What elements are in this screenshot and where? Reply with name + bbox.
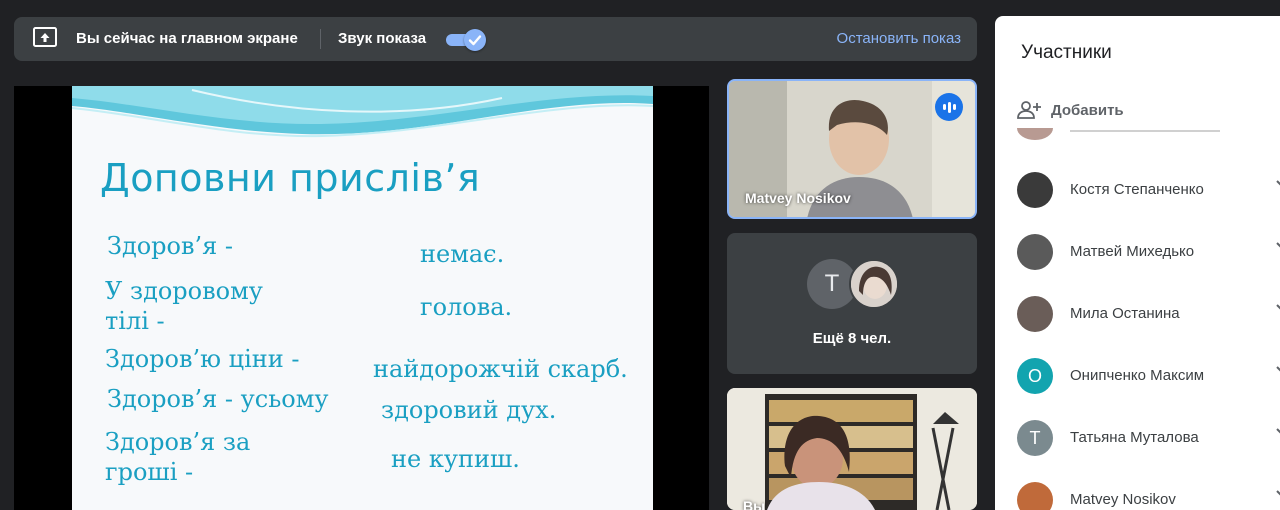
presentation-slide: Доповни прислів’я Здоров’я - У здоровому… xyxy=(72,86,653,510)
proverb-start-1: Здоров’я - xyxy=(107,232,234,260)
proverb-end-3: найдорожчій скарб. xyxy=(373,355,628,383)
chevron-icon[interactable] xyxy=(1275,489,1280,501)
chevron-icon[interactable] xyxy=(1275,427,1280,439)
slide-title: Доповни прислів’я xyxy=(100,156,481,200)
proverb-end-1: немає. xyxy=(420,240,505,268)
avatar xyxy=(1017,482,1053,510)
partial-list-item xyxy=(1017,128,1220,140)
avatar xyxy=(1017,296,1053,332)
speaking-indicator-icon xyxy=(935,93,963,121)
participant-name: Матвей Михедько xyxy=(1070,243,1195,260)
proverb-start-3: Здоров’ю ціни - xyxy=(105,345,300,373)
toggle-knob xyxy=(464,29,486,51)
participant-name: Татьяна Муталова xyxy=(1070,429,1199,446)
check-icon xyxy=(468,35,482,46)
chevron-icon[interactable] xyxy=(1275,303,1280,315)
video-tile-speaker[interactable]: Matvey Nosikov xyxy=(727,79,977,219)
more-avatars: Т xyxy=(807,259,907,311)
proverb-start-4: Здоров’я - усьому xyxy=(107,385,329,413)
participants-panel: Участники Добавить Костя Степанченко Матв… xyxy=(995,16,1280,510)
participant-item[interactable]: Матвей Михедько xyxy=(995,221,1280,283)
add-label: Добавить xyxy=(1051,101,1124,119)
more-participants-label: Ещё 8 чел. xyxy=(812,330,892,347)
self-name-label: Вы xyxy=(743,498,766,510)
sound-label: Звук показа xyxy=(338,30,427,47)
add-participant-button[interactable]: Добавить xyxy=(1017,99,1124,121)
slide-wave-decoration xyxy=(72,86,653,138)
participant-name: Онипченко Максим xyxy=(1070,367,1205,384)
avatar xyxy=(1017,172,1053,208)
add-person-icon xyxy=(1017,101,1041,119)
avatar xyxy=(1017,234,1053,270)
chevron-icon[interactable] xyxy=(1275,179,1280,191)
more-participants-tile[interactable]: Т Ещё 8 чел. xyxy=(727,233,977,374)
avatar: О xyxy=(1017,358,1053,394)
self-video-tile[interactable]: Вы xyxy=(727,388,977,510)
presenting-bar: Вы сейчас на главном экране Звук показа … xyxy=(14,17,977,61)
proverb-start-5: Здоров’я за гроші - xyxy=(105,428,251,486)
proverb-end-4: здоровий дух. xyxy=(381,396,557,424)
participant-item[interactable]: Matvey Nosikov xyxy=(995,469,1280,510)
divider xyxy=(320,29,321,49)
shared-screen: Доповни прислів’я Здоров’я - У здоровому… xyxy=(14,86,709,510)
stop-presenting-button[interactable]: Остановить показ xyxy=(837,30,961,47)
chevron-icon[interactable] xyxy=(1275,241,1280,253)
proverb-end-2: голова. xyxy=(420,293,513,321)
avatar: Т xyxy=(1017,420,1053,456)
participant-item[interactable]: О Онипченко Максим xyxy=(995,345,1280,407)
participant-item[interactable]: Костя Степанченко xyxy=(995,159,1280,221)
proverb-end-5: не купиш. xyxy=(391,445,520,473)
proverb-start-2: У здоровому тілі - xyxy=(105,277,263,335)
avatar xyxy=(849,259,899,309)
participant-name: Мила Останина xyxy=(1070,305,1180,322)
self-video xyxy=(727,388,977,510)
participant-item[interactable]: Мила Останина xyxy=(995,283,1280,345)
presenting-status: Вы сейчас на главном экране xyxy=(76,30,298,47)
chevron-icon[interactable] xyxy=(1275,365,1280,377)
present-screen-icon xyxy=(33,27,57,47)
participant-item[interactable]: Т Татьяна Муталова xyxy=(995,407,1280,469)
participant-name: Костя Степанченко xyxy=(1070,181,1204,198)
tile-participant-name: Matvey Nosikov xyxy=(745,190,851,206)
participant-name: Matvey Nosikov xyxy=(1070,491,1176,508)
panel-title: Участники xyxy=(1021,42,1112,63)
sound-toggle[interactable] xyxy=(446,29,488,51)
